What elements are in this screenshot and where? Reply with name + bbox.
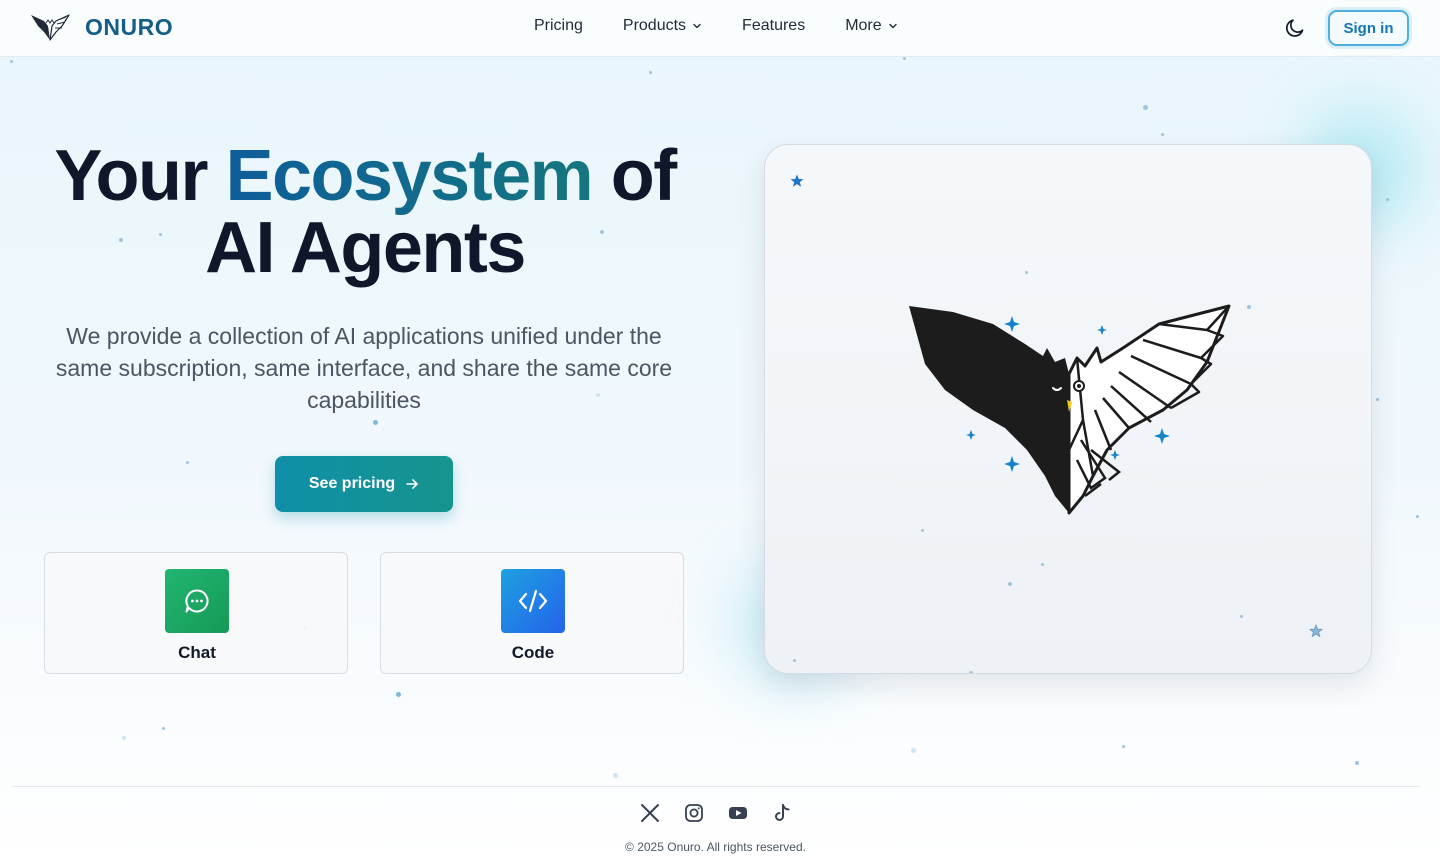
app-card-code[interactable]: Code <box>380 552 684 674</box>
arrow-right-icon <box>406 479 418 489</box>
owl-illustration <box>909 304 1231 515</box>
hero-showcase-card <box>764 144 1372 674</box>
nav-more-dropdown[interactable]: More <box>845 17 897 35</box>
sign-in-label: Sign in <box>1343 19 1394 37</box>
code-brackets-icon <box>518 589 548 613</box>
youtube-icon[interactable] <box>727 802 749 824</box>
hero-title-accent: Ecosystem <box>225 136 593 216</box>
brand-logo[interactable]: ONURO <box>30 12 173 42</box>
x-icon[interactable] <box>639 802 661 824</box>
sign-in-button[interactable]: Sign in <box>1328 10 1409 46</box>
top-navbar: ONURO Pricing Products Features More Sig… <box>0 0 1440 57</box>
copyright-text: © 2025 Onuro. All rights reserved. <box>625 840 806 854</box>
nav-products-dropdown[interactable]: Products <box>623 17 702 35</box>
main-nav: Pricing Products Features More <box>534 17 898 35</box>
nav-pricing-link[interactable]: Pricing <box>534 17 583 35</box>
chat-app-icon-tile <box>165 569 229 633</box>
nav-more-label: More <box>845 17 882 34</box>
app-card-label: Chat <box>178 643 216 662</box>
nav-products-label: Products <box>622 17 687 34</box>
app-card-chat[interactable]: Chat <box>44 552 348 674</box>
chevron-down-icon <box>693 23 701 29</box>
see-pricing-label: See pricing <box>308 475 396 492</box>
tiktok-icon[interactable] <box>771 802 793 824</box>
moon-icon[interactable] <box>1284 17 1306 39</box>
nav-features-label: Features <box>742 17 806 34</box>
see-pricing-button[interactable]: See pricing <box>275 456 453 512</box>
footer-divider <box>12 786 1420 787</box>
hero-subtitle: We provide a collection of AI applicatio… <box>55 323 673 413</box>
hero-title-line2: AI Agents <box>205 208 526 288</box>
star-icon <box>790 174 804 187</box>
chat-bubble-icon <box>185 589 209 613</box>
star-outline-icon <box>1308 623 1324 638</box>
nav-features-link[interactable]: Features <box>742 17 805 35</box>
owl-logo-icon <box>31 14 70 41</box>
brand-name: ONURO <box>85 13 174 40</box>
code-app-icon-tile <box>501 569 565 633</box>
hero-title: Your Ecosystem of AI Agents <box>30 140 700 284</box>
hero-title-part2: of <box>592 136 677 216</box>
app-card-label: Code <box>511 643 555 662</box>
instagram-icon[interactable] <box>683 802 705 824</box>
chevron-down-icon <box>888 23 897 29</box>
hero-title-part1: Your <box>54 136 226 216</box>
nav-pricing-label: Pricing <box>534 17 583 34</box>
